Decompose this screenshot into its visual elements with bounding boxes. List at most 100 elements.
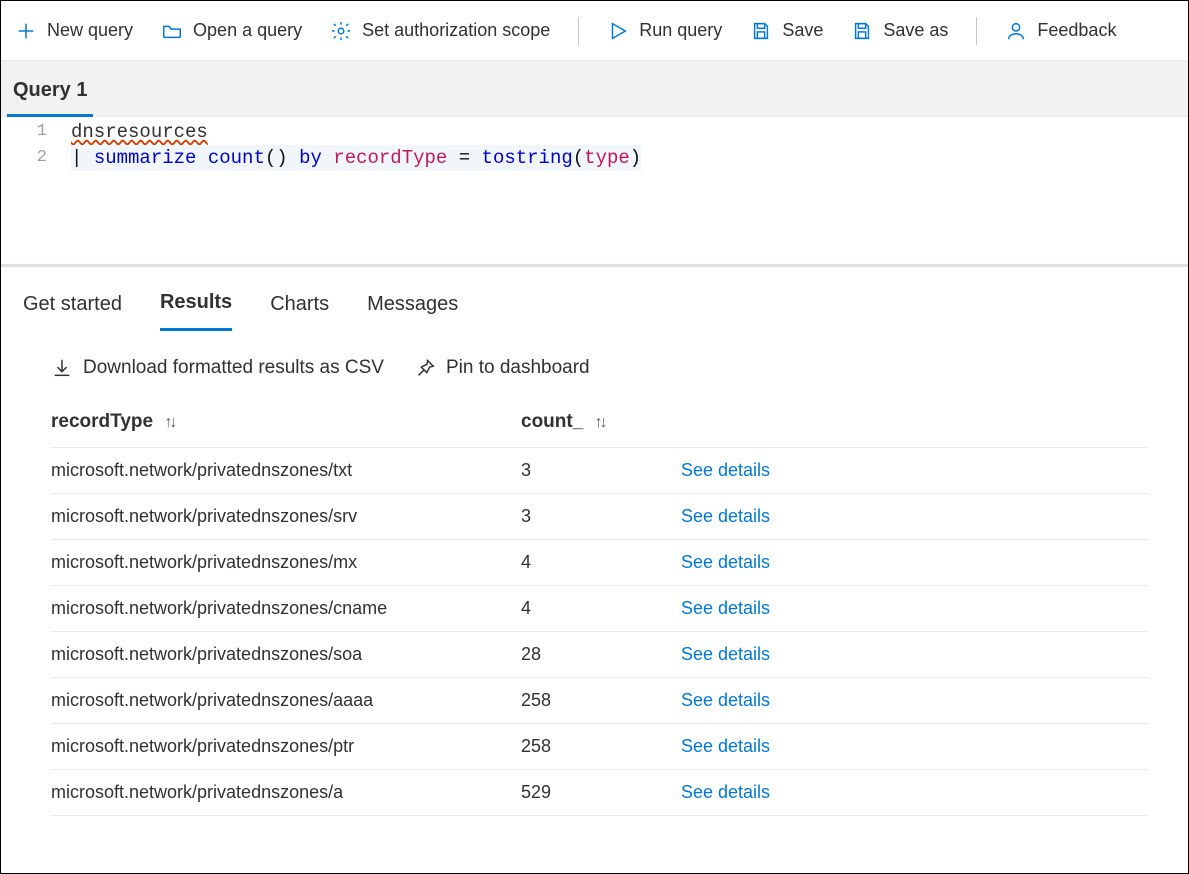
editor-token-summarize: summarize [94, 147, 197, 169]
results-actions: Download formatted results as CSV Pin to… [1, 331, 1188, 397]
folder-open-icon [161, 20, 183, 42]
editor-token-recordtype: recordType [333, 147, 447, 169]
cell-count: 258 [521, 690, 681, 711]
see-details-link[interactable]: See details [681, 552, 770, 572]
save-icon [750, 20, 772, 42]
cell-recordtype: microsoft.network/privatednszones/srv [51, 506, 521, 527]
editor-token-count: count [208, 147, 265, 169]
table-row: microsoft.network/privatednszones/a529Se… [51, 770, 1148, 816]
editor-token-space [447, 147, 458, 169]
save-label: Save [782, 20, 823, 41]
cell-recordtype: microsoft.network/privatednszones/soa [51, 644, 521, 665]
table-row: microsoft.network/privatednszones/aaaa25… [51, 678, 1148, 724]
open-query-button[interactable]: Open a query [161, 20, 302, 42]
new-query-label: New query [47, 20, 133, 41]
cell-recordtype: microsoft.network/privatednszones/ptr [51, 736, 521, 757]
editor-token-space [322, 147, 333, 169]
set-scope-label: Set authorization scope [362, 20, 550, 41]
column-header-recordtype[interactable]: recordType ↑↓ [51, 411, 521, 433]
download-csv-label: Download formatted results as CSV [83, 357, 384, 379]
run-query-label: Run query [639, 20, 722, 41]
cell-recordtype: microsoft.network/privatednszones/cname [51, 598, 521, 619]
run-query-button[interactable]: Run query [607, 20, 722, 42]
table-row: microsoft.network/privatednszones/soa28S… [51, 632, 1148, 678]
play-icon [607, 20, 629, 42]
tab-charts[interactable]: Charts [270, 285, 329, 330]
feedback-icon [1005, 20, 1027, 42]
tab-messages[interactable]: Messages [367, 285, 458, 330]
cell-count: 4 [521, 552, 681, 573]
column-header-count-label: count_ [521, 411, 583, 432]
see-details-link[interactable]: See details [681, 506, 770, 526]
tab-get-started[interactable]: Get started [23, 285, 122, 330]
toolbar-separator [578, 17, 579, 45]
download-csv-button[interactable]: Download formatted results as CSV [51, 357, 384, 379]
feedback-label: Feedback [1037, 20, 1116, 41]
see-details-link[interactable]: See details [681, 460, 770, 480]
cell-recordtype: microsoft.network/privatednszones/aaaa [51, 690, 521, 711]
tab-results[interactable]: Results [160, 283, 232, 331]
editor-token-tostring: tostring [482, 147, 573, 169]
editor-token-space [288, 147, 299, 169]
open-query-label: Open a query [193, 20, 302, 41]
pin-dashboard-label: Pin to dashboard [446, 357, 590, 379]
see-details-link[interactable]: See details [681, 644, 770, 664]
cell-count: 4 [521, 598, 681, 619]
table-row: microsoft.network/privatednszones/cname4… [51, 586, 1148, 632]
toolbar: New query Open a query Set authorization… [1, 1, 1188, 61]
cell-recordtype: microsoft.network/privatednszones/a [51, 782, 521, 803]
see-details-link[interactable]: See details [681, 736, 770, 756]
download-icon [51, 357, 73, 379]
editor-token-parens: () [265, 147, 288, 169]
cell-count: 529 [521, 782, 681, 803]
editor-token-dnsresources: dnsresources [71, 121, 208, 143]
column-header-count[interactable]: count_ ↑↓ [521, 411, 681, 433]
editor-token-paren-close: ) [630, 147, 641, 169]
pin-dashboard-button[interactable]: Pin to dashboard [414, 357, 590, 379]
gutter-line-2: 2 [1, 145, 71, 171]
editor-token-eq: = [459, 147, 470, 169]
see-details-link[interactable]: See details [681, 598, 770, 618]
cell-count: 3 [521, 460, 681, 481]
feedback-button[interactable]: Feedback [1005, 20, 1116, 42]
query-tab-1[interactable]: Query 1 [7, 69, 93, 117]
editor-token-space [470, 147, 481, 169]
editor-token-type: type [584, 147, 630, 169]
table-header-row: recordType ↑↓ count_ ↑↓ [51, 397, 1148, 448]
code-editor[interactable]: 1 dnsresources 2 | summarize count() by … [1, 117, 1188, 267]
plus-icon [15, 20, 37, 42]
column-header-recordtype-label: recordType [51, 411, 153, 432]
cell-count: 258 [521, 736, 681, 757]
pin-icon [414, 357, 436, 379]
gutter-line-1: 1 [1, 119, 71, 145]
cell-count: 28 [521, 644, 681, 665]
cell-recordtype: microsoft.network/privatednszones/txt [51, 460, 521, 481]
table-row: microsoft.network/privatednszones/txt3Se… [51, 448, 1148, 494]
editor-token-paren-open: ( [573, 147, 584, 169]
save-as-icon [851, 20, 873, 42]
toolbar-separator [976, 17, 977, 45]
new-query-button[interactable]: New query [15, 20, 133, 42]
table-row: microsoft.network/privatednszones/srv3Se… [51, 494, 1148, 540]
save-as-label: Save as [883, 20, 948, 41]
see-details-link[interactable]: See details [681, 782, 770, 802]
result-tabstrip: Get started Results Charts Messages [1, 267, 1188, 331]
editor-token-pipe: | [71, 147, 94, 169]
table-row: microsoft.network/privatednszones/mx4See… [51, 540, 1148, 586]
results-table: recordType ↑↓ count_ ↑↓ microsoft.networ… [1, 397, 1188, 816]
editor-token-by: by [299, 147, 322, 169]
sort-icon: ↑↓ [595, 414, 605, 431]
save-button[interactable]: Save [750, 20, 823, 42]
cell-recordtype: microsoft.network/privatednszones/mx [51, 552, 521, 573]
code-line-2[interactable]: | summarize count() by recordType = tost… [71, 145, 641, 171]
sort-icon: ↑↓ [164, 414, 174, 431]
save-as-button[interactable]: Save as [851, 20, 948, 42]
see-details-link[interactable]: See details [681, 690, 770, 710]
table-row: microsoft.network/privatednszones/ptr258… [51, 724, 1148, 770]
code-line-1[interactable]: dnsresources [71, 119, 208, 145]
cell-count: 3 [521, 506, 681, 527]
query-tabstrip: Query 1 [1, 61, 1188, 117]
set-scope-button[interactable]: Set authorization scope [330, 20, 550, 42]
editor-token-space [196, 147, 207, 169]
gear-icon [330, 20, 352, 42]
